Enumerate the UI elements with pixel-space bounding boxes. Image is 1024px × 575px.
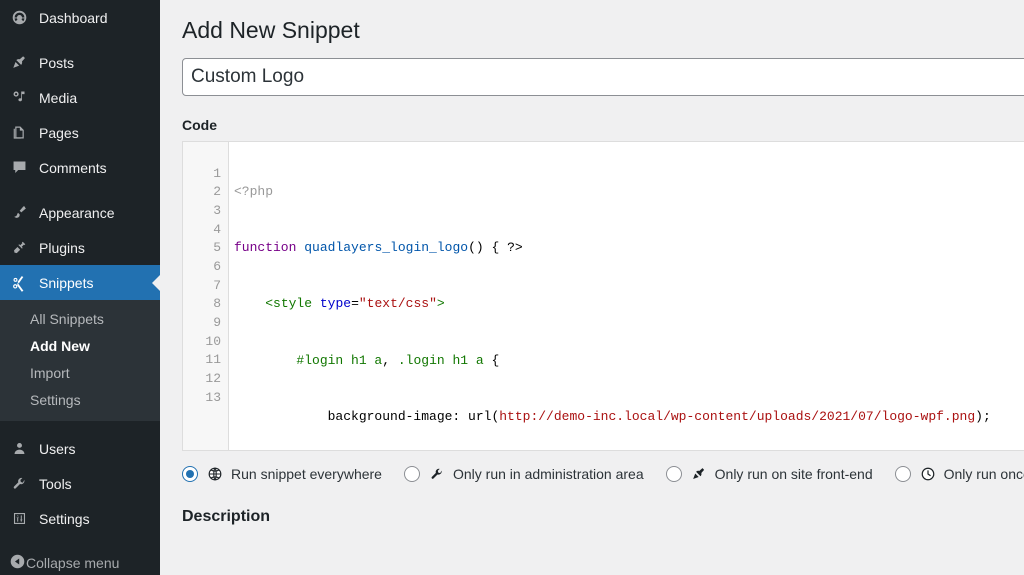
line-number: 7 bbox=[183, 277, 228, 296]
wrench-icon bbox=[9, 474, 29, 494]
line-number: 3 bbox=[183, 202, 228, 221]
line-number: 11 bbox=[183, 351, 228, 370]
sidebar-item-tools[interactable]: Tools bbox=[0, 466, 160, 501]
line-number: 13 bbox=[183, 389, 228, 408]
admin-sidebar: Dashboard Posts Media Pages Commen bbox=[0, 0, 160, 575]
brush-icon bbox=[9, 203, 29, 223]
radio-once[interactable] bbox=[895, 466, 911, 482]
code-line-4: background-image: url(http://demo-inc.lo… bbox=[234, 408, 1024, 427]
sidebar-item-label: Tools bbox=[39, 477, 72, 491]
code-label: Code bbox=[182, 117, 1024, 133]
dashboard-icon bbox=[9, 8, 29, 28]
submenu-item-label: All Snippets bbox=[30, 311, 104, 327]
submenu-item-label: Import bbox=[30, 365, 70, 381]
sidebar-item-users[interactable]: Users bbox=[0, 431, 160, 466]
code-editor[interactable]: 1 2 3 4 5 6 7 8 9 10 11 12 13 <?php func… bbox=[182, 141, 1024, 451]
sidebar-item-label: Pages bbox=[39, 126, 79, 140]
submenu-item-add-new[interactable]: Add New bbox=[0, 333, 160, 360]
scissors-icon bbox=[9, 273, 29, 293]
collapse-arrow-icon bbox=[9, 553, 26, 573]
submenu-item-all-snippets[interactable]: All Snippets bbox=[0, 306, 160, 333]
sidebar-item-media[interactable]: Media bbox=[0, 80, 160, 115]
sidebar-item-posts[interactable]: Posts bbox=[0, 45, 160, 80]
radio-frontend[interactable] bbox=[666, 466, 682, 482]
scope-option-label: Only run on site front-end bbox=[715, 466, 873, 482]
line-number: 10 bbox=[183, 333, 228, 352]
sidebar-divider bbox=[0, 421, 160, 431]
line-number: 5 bbox=[183, 239, 228, 258]
scope-option-frontend[interactable]: Only run on site front-end bbox=[666, 465, 873, 483]
editor-code-area[interactable]: <?php function quadlayers_login_logo() {… bbox=[229, 142, 1024, 450]
submenu-item-label: Settings bbox=[30, 392, 81, 408]
code-line-1: function quadlayers_login_logo() { ?> bbox=[234, 239, 1024, 258]
sliders-icon bbox=[9, 509, 29, 529]
scope-option-label: Only run once bbox=[944, 466, 1024, 482]
wp-admin-screen: Dashboard Posts Media Pages Commen bbox=[0, 0, 1024, 575]
sidebar-divider bbox=[0, 185, 160, 195]
line-number: 1 bbox=[183, 165, 228, 184]
comment-icon bbox=[9, 158, 29, 178]
code-line-2: <style type="text/css"> bbox=[234, 295, 1024, 314]
clock-icon bbox=[919, 465, 937, 483]
code-line-3: #login h1 a, .login h1 a { bbox=[234, 352, 1024, 371]
radio-admin[interactable] bbox=[404, 466, 420, 482]
snippet-title-input[interactable] bbox=[182, 58, 1024, 96]
sidebar-item-label: Comments bbox=[39, 161, 107, 175]
submenu-item-label: Add New bbox=[30, 338, 90, 354]
snippets-submenu: All Snippets Add New Import Settings bbox=[0, 300, 160, 421]
image-url: http://demo-inc.local/wp-content/uploads… bbox=[499, 409, 975, 424]
pin-icon bbox=[9, 53, 29, 73]
plug-icon bbox=[9, 238, 29, 258]
function-name: quadlayers_login_logo bbox=[304, 240, 468, 255]
scope-option-everywhere[interactable]: Run snippet everywhere bbox=[182, 465, 382, 483]
page-title: Add New Snippet bbox=[182, 10, 1024, 58]
sidebar-item-comments[interactable]: Comments bbox=[0, 150, 160, 185]
editor-line-numbers: 1 2 3 4 5 6 7 8 9 10 11 12 13 bbox=[183, 142, 229, 450]
sidebar-item-label: Settings bbox=[39, 512, 90, 526]
active-menu-arrow bbox=[152, 275, 160, 291]
gutter-blank bbox=[183, 146, 228, 165]
media-icon bbox=[9, 88, 29, 108]
sidebar-item-snippets[interactable]: Snippets bbox=[0, 265, 160, 300]
scope-option-label: Run snippet everywhere bbox=[231, 466, 382, 482]
sidebar-item-label: Appearance bbox=[39, 206, 115, 220]
line-number: 8 bbox=[183, 295, 228, 314]
php-open-tag: <?php bbox=[234, 184, 273, 199]
pin-icon bbox=[690, 465, 708, 483]
description-heading: Description bbox=[182, 508, 1024, 526]
code-line-prelude: <?php bbox=[234, 183, 1024, 202]
scope-option-admin[interactable]: Only run in administration area bbox=[404, 465, 644, 483]
sidebar-item-dashboard[interactable]: Dashboard bbox=[0, 0, 160, 35]
sidebar-item-plugins[interactable]: Plugins bbox=[0, 230, 160, 265]
snippet-scope-options: Run snippet everywhere Only run in admin… bbox=[182, 465, 1024, 483]
collapse-menu-button[interactable]: Collapse menu bbox=[0, 546, 160, 575]
submenu-item-import[interactable]: Import bbox=[0, 360, 160, 387]
sidebar-item-label: Media bbox=[39, 91, 77, 105]
line-number: 4 bbox=[183, 221, 228, 240]
sidebar-item-label: Users bbox=[39, 442, 76, 456]
sidebar-item-label: Posts bbox=[39, 56, 74, 70]
collapse-menu-label: Collapse menu bbox=[26, 555, 119, 571]
wrench-icon bbox=[428, 465, 446, 483]
line-number: 2 bbox=[183, 183, 228, 202]
user-icon bbox=[9, 439, 29, 459]
radio-everywhere[interactable] bbox=[182, 466, 198, 482]
main-content: Add New Snippet Code 1 2 3 4 5 6 7 8 9 1… bbox=[160, 0, 1024, 575]
line-number: 6 bbox=[183, 258, 228, 277]
sidebar-item-label: Snippets bbox=[39, 276, 93, 290]
sidebar-divider bbox=[0, 536, 160, 546]
sidebar-item-label: Plugins bbox=[39, 241, 85, 255]
globe-icon bbox=[206, 465, 224, 483]
submenu-item-settings[interactable]: Settings bbox=[0, 387, 160, 414]
line-number: 9 bbox=[183, 314, 228, 333]
sidebar-divider bbox=[0, 35, 160, 45]
sidebar-item-pages[interactable]: Pages bbox=[0, 115, 160, 150]
scope-option-once[interactable]: Only run once bbox=[895, 465, 1024, 483]
sidebar-item-appearance[interactable]: Appearance bbox=[0, 195, 160, 230]
line-number: 12 bbox=[183, 370, 228, 389]
sidebar-item-settings[interactable]: Settings bbox=[0, 501, 160, 536]
pages-icon bbox=[9, 123, 29, 143]
scope-option-label: Only run in administration area bbox=[453, 466, 644, 482]
sidebar-item-label: Dashboard bbox=[39, 11, 108, 25]
